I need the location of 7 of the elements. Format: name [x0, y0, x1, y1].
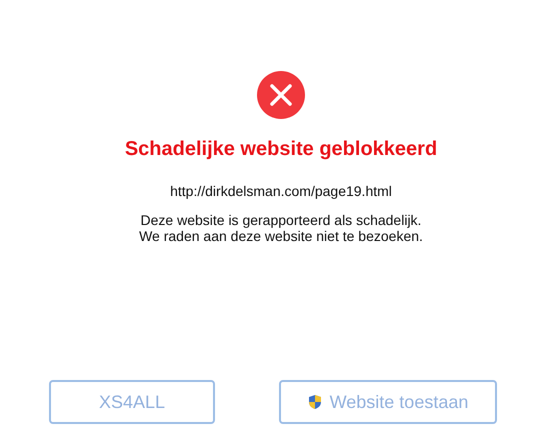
action-button[interactable]: XS4ALL: [49, 380, 215, 424]
shield-icon: [308, 394, 322, 410]
error-icon: [257, 71, 305, 119]
action-button[interactable]: Website toestaan: [279, 380, 497, 424]
blocked-url: http://dirkdelsman.com/page19.html: [170, 182, 392, 200]
warning-title: Schadelijke website geblokkeerd: [124, 137, 438, 161]
warning-message: Deze website is gerapporteerd als schadelijk. We raden aan deze website niet te bezoeken.: [139, 212, 423, 244]
